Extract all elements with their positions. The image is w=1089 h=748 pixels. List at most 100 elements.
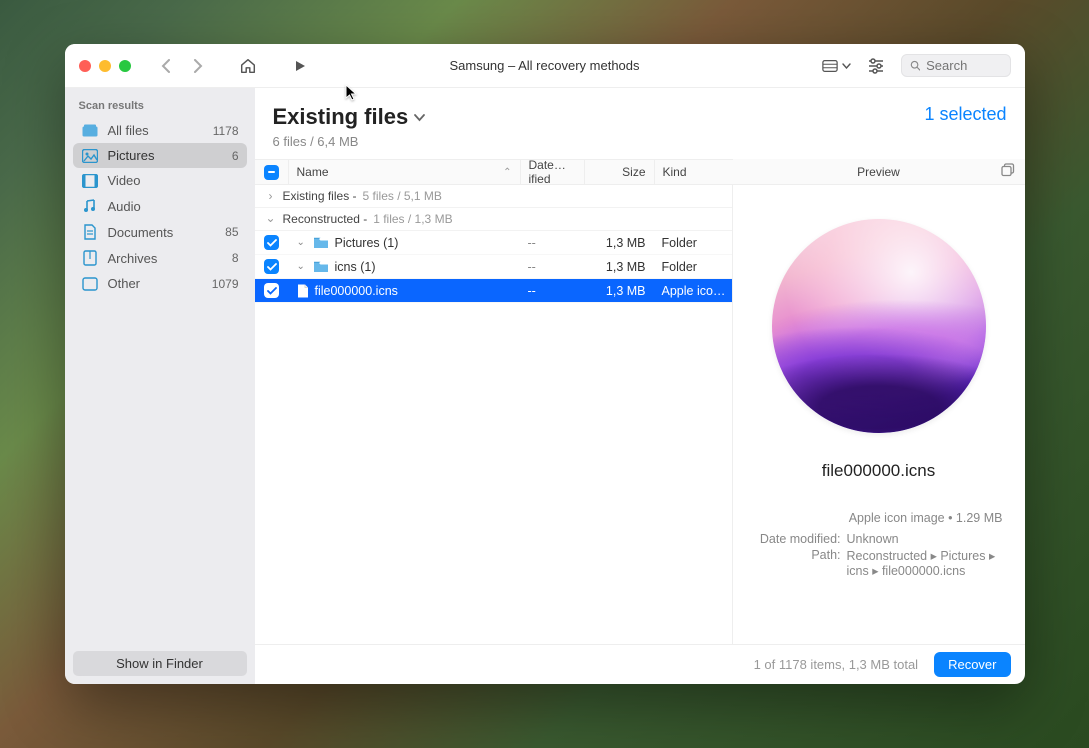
file-name: file000000.icns (315, 284, 398, 298)
toolbar: Samsung – All recovery methods (65, 44, 1025, 88)
preview-filename: file000000.icns (822, 461, 935, 481)
status-bar: 1 of 1178 items, 1,3 MB total Recover (255, 644, 1025, 684)
search-input[interactable] (926, 58, 1001, 73)
sidebar-item-label: Documents (108, 225, 217, 240)
play-scan-button[interactable] (289, 55, 311, 77)
sidebar-item-other[interactable]: Other 1079 (73, 271, 247, 296)
preview-panel: file000000.icns Apple icon image • 1.29 … (733, 185, 1025, 644)
sidebar-item-label: Archives (108, 251, 223, 266)
file-size: 1,3 MB (584, 255, 654, 278)
minimize-window-button[interactable] (99, 60, 111, 72)
window-body: Scan results All files 1178 Pictures 6 V… (65, 88, 1025, 684)
meta-value-date: Unknown (847, 532, 1003, 546)
file-name: icns (1) (335, 260, 376, 274)
preview-header-label: Preview (857, 165, 900, 179)
table-header: Name⌃ Date…ified Size Kind (255, 159, 733, 185)
close-window-button[interactable] (79, 60, 91, 72)
page-subtitle: 6 files / 6,4 MB (273, 134, 426, 149)
recover-button[interactable]: Recover (934, 652, 1010, 677)
table-row[interactable]: ⌄ Pictures (1) -- 1,3 MB Folder (255, 231, 732, 255)
title-dropdown-icon[interactable] (414, 110, 425, 125)
archives-icon (81, 250, 99, 266)
documents-icon (81, 224, 99, 240)
audio-icon (81, 198, 99, 214)
forward-button[interactable] (187, 55, 209, 77)
video-icon (81, 174, 99, 188)
sidebar-item-audio[interactable]: Audio (73, 193, 247, 219)
file-date: -- (520, 255, 584, 278)
sidebar-item-label: Other (108, 276, 203, 291)
sidebar-item-label: Video (108, 173, 230, 188)
disclosure-right-icon: › (265, 189, 277, 203)
checkbox-header[interactable] (255, 160, 289, 184)
search-icon (910, 59, 921, 72)
sidebar-item-label: Audio (108, 199, 230, 214)
sidebar: Scan results All files 1178 Pictures 6 V… (65, 88, 255, 684)
chevron-down-icon (842, 63, 851, 69)
show-in-finder-button[interactable]: Show in Finder (73, 651, 247, 676)
column-header-name[interactable]: Name⌃ (289, 160, 521, 184)
sidebar-item-all-files[interactable]: All files 1178 (73, 118, 247, 143)
preview-header: Preview (733, 159, 1025, 185)
sidebar-item-label: Pictures (108, 148, 223, 163)
document-icon (297, 284, 309, 298)
column-header-kind[interactable]: Kind (655, 160, 733, 184)
disclosure-down-icon[interactable]: ⌄ (297, 237, 307, 248)
file-date: -- (520, 279, 584, 302)
filter-settings-button[interactable] (865, 55, 887, 77)
window-controls (79, 60, 131, 72)
sidebar-item-count: 6 (232, 149, 239, 163)
file-kind: Folder (654, 231, 732, 254)
nav-arrows (155, 55, 209, 77)
sidebar-footer: Show in Finder (65, 643, 255, 684)
disclosure-down-icon[interactable]: ⌄ (297, 261, 307, 272)
page-title: Existing files (273, 104, 409, 130)
search-box[interactable] (901, 54, 1011, 77)
folder-icon (313, 237, 329, 249)
checkbox-icon[interactable] (264, 235, 279, 250)
file-name: Pictures (1) (335, 236, 399, 250)
toolbar-right (822, 54, 1011, 77)
sidebar-item-video[interactable]: Video (73, 168, 247, 193)
table-row[interactable]: ⌄ icns (1) -- 1,3 MB Folder (255, 255, 732, 279)
meta-label-path: Path: (755, 548, 841, 578)
check-all-icon (264, 165, 279, 180)
status-summary: 1 of 1178 items, 1,3 MB total (754, 657, 919, 672)
sidebar-item-count: 8 (232, 251, 239, 265)
file-size: 1,3 MB (584, 231, 654, 254)
sidebar-item-documents[interactable]: Documents 85 (73, 219, 247, 245)
sidebar-item-pictures[interactable]: Pictures 6 (73, 143, 247, 168)
sidebar-item-archives[interactable]: Archives 8 (73, 245, 247, 271)
file-date: -- (520, 231, 584, 254)
file-list: › Existing files - 5 files / 5,1 MB ⌄ Re… (255, 185, 733, 644)
sidebar-item-count: 1079 (212, 277, 239, 291)
pictures-icon (81, 149, 99, 163)
file-kind: Folder (654, 255, 732, 278)
view-mode-menu[interactable] (822, 59, 851, 73)
sort-caret-icon: ⌃ (503, 167, 511, 178)
app-window: Samsung – All recovery methods S (65, 44, 1025, 684)
copy-preview-icon[interactable] (1001, 163, 1015, 180)
column-header-size[interactable]: Size (585, 160, 655, 184)
preview-metadata: Date modified: Unknown Path: Reconstruct… (749, 531, 1009, 579)
table-row[interactable]: file000000.icns -- 1,3 MB Apple ico… (255, 279, 732, 303)
preview-image (772, 219, 986, 433)
checkbox-icon[interactable] (264, 283, 279, 298)
meta-value-path: Reconstructed ▸ Pictures ▸ icns ▸ file00… (847, 548, 1003, 578)
zoom-window-button[interactable] (119, 60, 131, 72)
selected-count-link[interactable]: 1 selected (924, 104, 1006, 125)
other-icon (81, 277, 99, 291)
group-existing-files[interactable]: › Existing files - 5 files / 5,1 MB (255, 185, 732, 208)
content-header: Existing files 6 files / 6,4 MB 1 select… (255, 88, 1025, 159)
sidebar-section-header: Scan results (65, 96, 255, 118)
group-reconstructed[interactable]: ⌄ Reconstructed - 1 files / 1,3 MB (255, 208, 732, 231)
checkbox-icon[interactable] (264, 259, 279, 274)
sidebar-list: All files 1178 Pictures 6 Video Audio (65, 118, 255, 296)
all-files-icon (81, 124, 99, 138)
home-button[interactable] (237, 55, 259, 77)
preview-body: file000000.icns Apple icon image • 1.29 … (733, 185, 1025, 644)
content-area: Existing files 6 files / 6,4 MB 1 select… (255, 88, 1025, 684)
meta-label-date: Date modified: (755, 532, 841, 546)
back-button[interactable] (155, 55, 177, 77)
column-header-date[interactable]: Date…ified (521, 160, 585, 184)
